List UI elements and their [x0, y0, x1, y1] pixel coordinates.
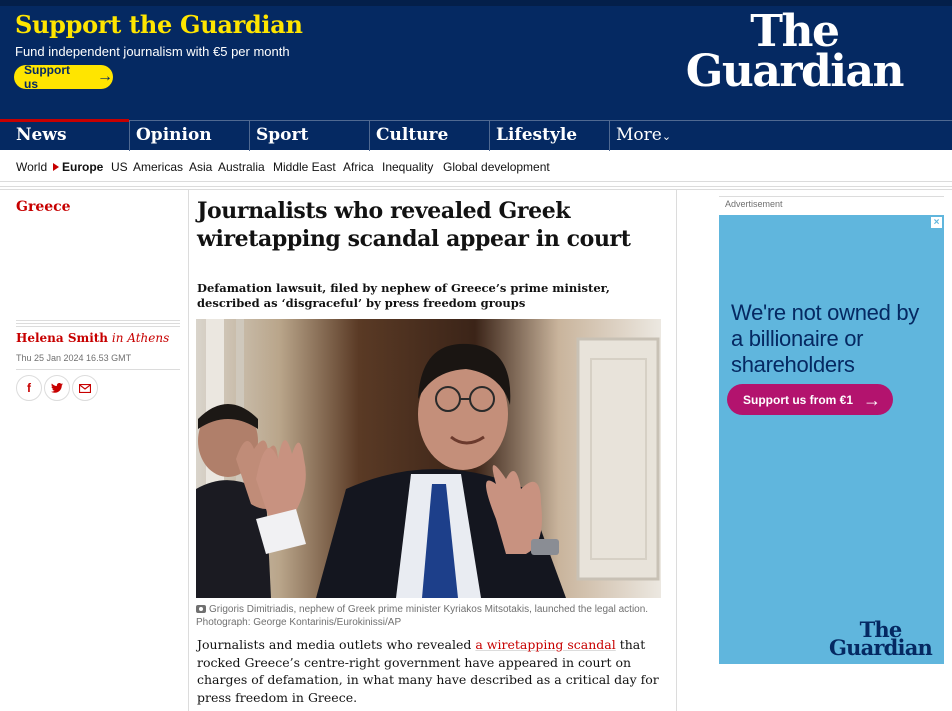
nav-more-button[interactable]: More⌄ [616, 125, 671, 145]
support-us-label: Support us [24, 63, 70, 91]
section-label[interactable]: Greece [16, 199, 71, 215]
publish-date: Thu 25 Jan 2024 16.53 GMT [16, 353, 132, 363]
subnav-item-middle-east[interactable]: Middle East [273, 160, 336, 174]
meta-rule [16, 320, 180, 328]
twitter-icon [51, 383, 63, 393]
sub-nav: World Europe US Americas Asia Australia … [0, 150, 952, 182]
nav-item-lifestyle[interactable]: Lifestyle [496, 125, 577, 145]
logo-line-guardian: Guardian [685, 46, 905, 98]
chevron-down-icon: ⌄ [661, 130, 672, 143]
share-twitter-button[interactable] [44, 375, 70, 401]
article-main-image[interactable] [196, 319, 661, 598]
ad-logo-line-guardian: Guardian [828, 634, 933, 660]
photo-illustration [196, 319, 661, 598]
subnav-item-global-development[interactable]: Global development [443, 160, 550, 174]
facebook-icon: f [27, 381, 31, 395]
article-headline: Journalists who revealed Greek wiretappi… [197, 198, 631, 252]
support-us-button[interactable]: Support us → [14, 63, 113, 91]
author-link[interactable]: Helena Smith [16, 331, 108, 345]
email-icon [79, 383, 91, 393]
nav-divider [489, 121, 490, 151]
ad-headline: We're not owned by a billionaire or shar… [731, 300, 919, 377]
subnav-item-us[interactable]: US [111, 160, 128, 174]
author-location: in Athens [111, 331, 170, 345]
support-header: Support the Guardian Fund independent jo… [0, 0, 952, 120]
advertisement[interactable]: × We're not owned by a billionaire or sh… [719, 215, 944, 664]
nav-item-sport[interactable]: Sport [256, 125, 308, 145]
current-section-marker-icon [53, 163, 59, 171]
ad-label: Advertisement [725, 199, 783, 209]
caption-text: Grigoris Dimitriadis, nephew of Greek pr… [196, 604, 649, 628]
arrow-right-icon: → [863, 389, 882, 410]
main-nav: News Opinion Sport Culture Lifestyle Mor… [0, 119, 952, 151]
section-divider [0, 186, 952, 190]
ad-support-label: Support us from €1 [743, 392, 854, 407]
subnav-item-world[interactable]: World [16, 160, 47, 174]
share-email-button[interactable] [72, 375, 98, 401]
article-standfirst: Defamation lawsuit, filed by nephew of G… [197, 281, 610, 310]
nav-divider [249, 121, 250, 151]
camera-icon [196, 605, 206, 613]
guardian-logo[interactable]: The Guardian [685, 9, 905, 98]
meta-divider [16, 369, 180, 370]
nav-item-opinion[interactable]: Opinion [136, 125, 212, 145]
nav-divider [609, 121, 610, 151]
column-divider [676, 190, 677, 711]
subnav-item-asia[interactable]: Asia [189, 160, 212, 174]
support-title: Support the Guardian [15, 10, 303, 39]
active-pillar-indicator [0, 119, 129, 122]
nav-item-culture[interactable]: Culture [376, 125, 448, 145]
byline: Helena Smith in Athens [16, 331, 169, 345]
subnav-item-europe[interactable]: Europe [53, 160, 103, 174]
arrow-right-icon: → [97, 68, 113, 85]
nav-more-label: More [616, 125, 662, 145]
nav-divider [129, 121, 130, 151]
subnav-item-australia[interactable]: Australia [218, 160, 265, 174]
image-caption: Grigoris Dimitriadis, nephew of Greek pr… [196, 603, 656, 629]
close-icon[interactable]: × [931, 217, 942, 228]
nav-divider [369, 121, 370, 151]
ad-support-button[interactable]: Support us from €1 → [727, 384, 893, 415]
column-divider [188, 190, 189, 711]
subnav-item-africa[interactable]: Africa [343, 160, 374, 174]
ad-label-rule [719, 196, 944, 197]
ad-guardian-logo: The Guardian [828, 619, 933, 660]
article-body: Journalists and media outlets who reveal… [197, 636, 667, 706]
body-intro: Journalists and media outlets who reveal… [197, 637, 472, 652]
wiretapping-scandal-link[interactable]: a wiretapping scandal [475, 637, 615, 652]
share-facebook-button[interactable]: f [16, 375, 42, 401]
nav-item-news[interactable]: News [16, 125, 67, 145]
support-subtitle: Fund independent journalism with €5 per … [15, 44, 290, 59]
subnav-item-label: Europe [62, 160, 104, 174]
subnav-item-inequality[interactable]: Inequality [382, 160, 433, 174]
subnav-item-americas[interactable]: Americas [133, 160, 183, 174]
